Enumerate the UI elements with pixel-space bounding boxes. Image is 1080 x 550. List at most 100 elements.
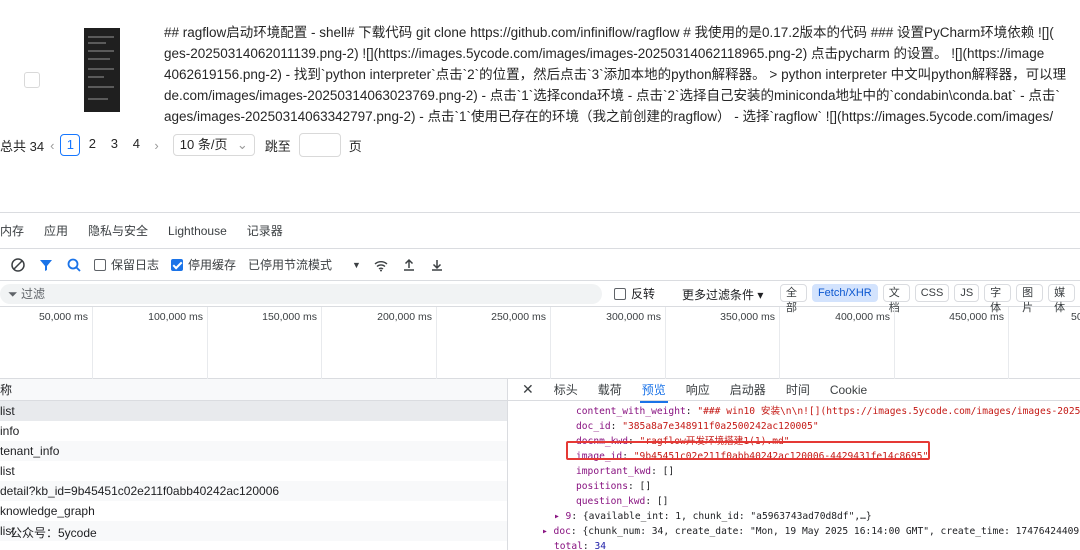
chip-fetch-xhr[interactable]: Fetch/XHR bbox=[811, 284, 878, 302]
chip-media[interactable]: 媒体 bbox=[1048, 284, 1076, 314]
tab-headers[interactable]: 标头 bbox=[554, 381, 578, 398]
invert-toggle[interactable]: 反转 bbox=[614, 285, 655, 302]
devtools-tab-bar: 内存 应用 隐私与安全 Lighthouse 记录器 bbox=[0, 213, 1080, 249]
search-icon[interactable] bbox=[66, 257, 82, 273]
tab-cookies[interactable]: Cookie bbox=[830, 383, 867, 397]
close-icon[interactable]: ✕ bbox=[522, 381, 534, 398]
request-row[interactable]: list bbox=[0, 401, 507, 421]
tab-application[interactable]: 应用 bbox=[44, 222, 68, 239]
request-detail: ✕ 标头 载荷 预览 响应 启动器 时间 Cookie content_with… bbox=[508, 379, 1080, 550]
preserve-log-label: 保留日志 bbox=[111, 258, 160, 272]
timeline-tick: 450,000 ms bbox=[895, 307, 1009, 379]
resource-type-chips: 全部 Fetch/XHR 文档 CSS JS 字体 图片 媒体 bbox=[780, 284, 1080, 314]
content-line: de.com/images/images-20250314063023769.p… bbox=[164, 88, 1060, 103]
content-line: ## ragflow启动环境配置 - shell# 下载代码 git clone… bbox=[164, 25, 1054, 40]
json-line: doc_id: "385a8a7e348911f0a2500242ac12000… bbox=[576, 421, 819, 432]
filter-input[interactable]: ⏷ 过滤 bbox=[0, 284, 602, 304]
request-row[interactable]: tenant_info bbox=[0, 441, 507, 461]
caret-down-icon: ▼ bbox=[352, 259, 361, 270]
network-timeline[interactable]: 50,000 ms 100,000 ms 150,000 ms 200,000 … bbox=[0, 307, 1080, 379]
watermark: 公众号：5ycode bbox=[10, 526, 97, 540]
timeline-tick: 100,000 ms bbox=[93, 307, 208, 379]
filter-icon[interactable] bbox=[38, 257, 54, 273]
page-3-button[interactable]: 3 bbox=[104, 134, 124, 156]
tab-response[interactable]: 响应 bbox=[686, 381, 710, 398]
request-row[interactable]: knowledge_graph bbox=[0, 501, 507, 521]
knowledge-chunk-list: ## ragflow启动环境配置 - shell# 下载代码 git clone… bbox=[0, 0, 1080, 212]
content-line: ges-20250314062011139.png-2) ![](https:/… bbox=[164, 46, 1045, 61]
upload-icon[interactable] bbox=[401, 257, 417, 273]
filter-bar: ⏷ 过滤 反转 更多过滤条件 ▾ 全部 Fetch/XHR 文档 CSS JS … bbox=[0, 281, 1080, 314]
page-2-button[interactable]: 2 bbox=[82, 134, 102, 156]
image-id-highlight-box bbox=[566, 441, 930, 460]
disable-cache-toggle[interactable]: 停用缓存 bbox=[171, 256, 236, 273]
tab-initiator[interactable]: 启动器 bbox=[730, 381, 766, 398]
chip-img[interactable]: 图片 bbox=[1016, 284, 1044, 314]
chevron-down-icon: ⌄ bbox=[236, 137, 248, 152]
timeline-tick: 50 bbox=[1071, 311, 1080, 323]
tab-memory[interactable]: 内存 bbox=[0, 222, 24, 239]
json-line: total: 34 bbox=[554, 541, 607, 550]
chip-doc[interactable]: 文档 bbox=[882, 284, 910, 314]
jump-page-input[interactable] bbox=[298, 133, 341, 157]
filter-icon-small: ⏷ bbox=[8, 287, 18, 301]
timeline-tick: 300,000 ms bbox=[551, 307, 666, 379]
chunk-content[interactable]: ## ragflow启动环境配置 - shell# 下载代码 git clone… bbox=[164, 22, 1080, 127]
tab-timing[interactable]: 时间 bbox=[786, 381, 810, 398]
request-row[interactable]: info bbox=[0, 421, 507, 441]
detail-tab-bar: ✕ 标头 载荷 预览 响应 启动器 时间 Cookie bbox=[508, 379, 1080, 403]
json-line: content_with_weight: "### win10 安装\n\n![… bbox=[576, 406, 1080, 417]
preserve-log-toggle[interactable]: 保留日志 bbox=[94, 256, 159, 273]
timeline-tick: 400,000 ms bbox=[780, 307, 895, 379]
next-page-icon[interactable]: › bbox=[154, 138, 158, 153]
tab-payload[interactable]: 载荷 bbox=[598, 381, 622, 398]
chip-css[interactable]: CSS bbox=[914, 284, 950, 302]
page-1-button[interactable]: 1 bbox=[60, 134, 81, 156]
invert-label: 反转 bbox=[631, 287, 656, 301]
page-4-button[interactable]: 4 bbox=[126, 134, 146, 156]
page-size-select[interactable]: 10 条/页 ⌄ bbox=[172, 134, 255, 156]
timeline-tick: 50,000 ms bbox=[0, 307, 93, 379]
timeline-tick: 200,000 ms bbox=[322, 307, 437, 379]
chip-all[interactable]: 全部 bbox=[780, 284, 807, 314]
row-checkbox[interactable] bbox=[24, 72, 40, 88]
timeline-tick: 250,000 ms bbox=[437, 307, 551, 379]
json-line: positions: [] bbox=[576, 481, 652, 492]
chip-font[interactable]: 字体 bbox=[984, 284, 1012, 314]
checkbox-icon bbox=[614, 287, 626, 300]
checkbox-icon bbox=[94, 258, 106, 271]
checkbox-checked-icon bbox=[171, 258, 184, 271]
json-line: important_kwd: [] bbox=[576, 466, 675, 477]
request-row[interactable]: detail?kb_id=9b45451c02e211f0abb40242ac1… bbox=[0, 481, 507, 501]
pagination: 总共 34 ‹ 1 2 3 4 › 10 条/页 ⌄ 跳至 页 bbox=[0, 133, 362, 157]
tab-privacy-security[interactable]: 隐私与安全 bbox=[88, 222, 148, 239]
total-count: 总共 34 bbox=[0, 138, 45, 154]
json-line: question_kwd: [] bbox=[576, 496, 669, 507]
page-size-value: 10 条/页 bbox=[179, 137, 228, 152]
filter-placeholder: 过滤 bbox=[20, 287, 45, 301]
timeline-tick: 150,000 ms bbox=[208, 307, 322, 379]
content-line: ages/images-20250314063342797.png-2) - 点… bbox=[164, 109, 1054, 124]
wifi-icon[interactable] bbox=[373, 257, 389, 273]
prev-page-icon[interactable]: ‹ bbox=[50, 138, 54, 153]
chunk-thumbnail[interactable] bbox=[84, 28, 120, 112]
clear-icon[interactable] bbox=[10, 257, 26, 273]
disable-cache-label: 停用缓存 bbox=[188, 258, 237, 272]
jump-label: 跳至 bbox=[264, 138, 291, 154]
download-icon[interactable] bbox=[429, 257, 445, 273]
timeline-tick: 350,000 ms bbox=[666, 307, 780, 379]
name-column-header[interactable]: 称 bbox=[0, 379, 507, 401]
json-collapsed-item[interactable]: ▸ 9: {available_int: 1, chunk_id: "a5963… bbox=[508, 509, 1080, 524]
throttling-select[interactable]: 已停用节流模式 ▼ bbox=[248, 256, 361, 273]
request-row[interactable]: list bbox=[0, 461, 507, 481]
tab-recorder[interactable]: 记录器 bbox=[247, 222, 283, 239]
json-preview[interactable]: content_with_weight: "### win10 安装\n\n![… bbox=[508, 401, 1080, 550]
tab-preview[interactable]: 预览 bbox=[639, 381, 668, 403]
page-suffix: 页 bbox=[348, 138, 362, 154]
devtools-panel: 内存 应用 隐私与安全 Lighthouse 记录器 保留日志 停用缓存 已停用… bbox=[0, 212, 1080, 550]
tab-lighthouse[interactable]: Lighthouse bbox=[168, 224, 227, 238]
json-collapsed-item[interactable]: ▸ doc: {chunk_num: 34, create_date: "Mon… bbox=[508, 524, 1080, 539]
chip-js[interactable]: JS bbox=[954, 284, 980, 302]
content-line: 4062619156.png-2) - 找到`python interprete… bbox=[164, 67, 1067, 82]
more-filters-dropdown[interactable]: 更多过滤条件 ▾ bbox=[682, 286, 763, 303]
